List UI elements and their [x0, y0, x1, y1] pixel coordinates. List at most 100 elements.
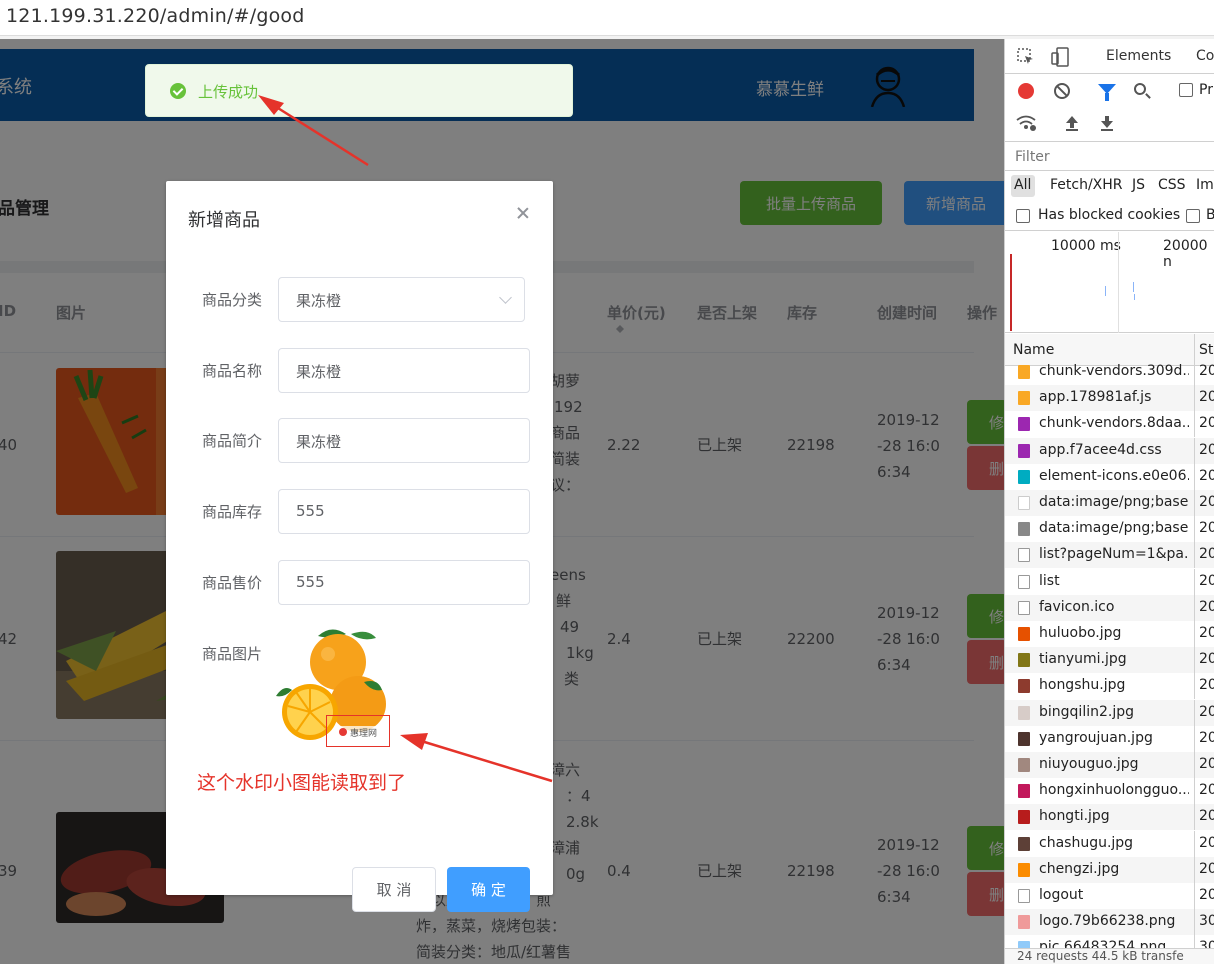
blocked-requests-checkbox[interactable]	[1186, 209, 1200, 223]
tab-console[interactable]: Co	[1196, 48, 1214, 64]
device-toggle-icon[interactable]	[1051, 47, 1069, 67]
request-row[interactable]: chunk-vendors.309d... 20	[1005, 359, 1214, 385]
request-row[interactable]: chunk-vendors.8daa... 20	[1005, 411, 1214, 438]
request-status: 20	[1199, 756, 1214, 772]
col-name[interactable]: Name	[1013, 342, 1054, 358]
file-type-icon	[1018, 469, 1030, 484]
tab-elements[interactable]: Elements	[1106, 48, 1171, 64]
file-type-icon	[1018, 627, 1030, 641]
intro-input[interactable]: 果冻橙	[278, 418, 530, 463]
add-product-dialog: 新增商品 商品分类 果冻橙 商品名称 果冻橙 商品简介 果冻橙 商品库存 555…	[166, 181, 553, 912]
col-status[interactable]: Sta	[1199, 342, 1214, 358]
request-status: 20	[1199, 598, 1214, 615]
request-row[interactable]: element-icons.e0e06... 20	[1005, 463, 1214, 490]
filter-input[interactable]: Filter	[1005, 143, 1214, 171]
annotation-text: 这个水印小图能读取到了	[197, 772, 407, 794]
name-input[interactable]: 果冻橙	[278, 348, 530, 393]
address-bar[interactable]: 121.199.31.220/admin/#/good	[0, 0, 1214, 36]
request-status: 20	[1199, 441, 1214, 458]
request-row[interactable]: huluobo.jpg 20	[1005, 621, 1214, 647]
file-type-icon	[1018, 784, 1030, 799]
upload-icon[interactable]	[1064, 114, 1080, 132]
file-type-icon	[1018, 522, 1030, 537]
request-row[interactable]: app.f7acee4d.css 20	[1005, 437, 1214, 464]
timeline-label: 10000 ms	[1051, 238, 1121, 254]
file-type-icon	[1018, 679, 1030, 694]
blocked-cookies-row: Has blocked cookies B	[1005, 201, 1214, 231]
request-row[interactable]: niuyouguo.jpg 20	[1005, 752, 1214, 778]
category-select[interactable]: 果冻橙	[278, 277, 525, 322]
request-name: element-icons.e0e06...	[1039, 467, 1189, 484]
file-type-icon	[1018, 391, 1030, 406]
type-all[interactable]: All	[1011, 175, 1035, 197]
file-type-icon	[1018, 365, 1030, 379]
stock-input[interactable]: 555	[278, 489, 530, 534]
request-row[interactable]: favicon.ico 20	[1005, 594, 1214, 621]
file-type-icon	[1018, 600, 1030, 615]
confirm-button[interactable]: 确 定	[447, 867, 530, 912]
intro-label: 商品简介	[202, 432, 263, 450]
request-name: chengzi.jpg	[1039, 860, 1120, 877]
column-divider	[1194, 673, 1195, 700]
type-fetch-xhr[interactable]: Fetch/XHR	[1050, 177, 1123, 193]
type-js[interactable]: JS	[1132, 177, 1145, 193]
chevron-down-icon	[499, 291, 512, 304]
request-name: niuyouguo.jpg	[1039, 756, 1139, 772]
blocked-requests-label: B	[1206, 207, 1214, 223]
request-status: 20	[1199, 546, 1214, 563]
request-status: 20	[1199, 415, 1214, 432]
timeline-bar	[1134, 294, 1135, 300]
request-status: 20	[1199, 494, 1214, 510]
url-text[interactable]: 121.199.31.220/admin/#/good	[6, 5, 305, 27]
search-icon[interactable]	[1134, 83, 1146, 95]
admin-app: 系统 慕慕生鲜 品管理 批量上传商品 新增商品 ID 图片 单价(元) 是否上架…	[0, 39, 1004, 964]
request-row[interactable]: hongxinhuolongguo.... 20	[1005, 778, 1214, 805]
request-name: chunk-vendors.8daa...	[1039, 415, 1189, 432]
request-row[interactable]: app.178981af.js 20	[1005, 385, 1214, 412]
network-timeline[interactable]: 10000 ms 20000 n	[1005, 232, 1214, 333]
request-row[interactable]: logo.79b66238.png 30	[1005, 909, 1214, 936]
file-type-icon	[1018, 417, 1030, 432]
request-row[interactable]: tianyumi.jpg 20	[1005, 647, 1214, 674]
file-type-icon	[1018, 653, 1030, 668]
request-name: app.f7acee4d.css	[1039, 441, 1162, 458]
request-status: 20	[1199, 860, 1214, 877]
request-status: 20	[1199, 389, 1214, 406]
filter-icon[interactable]	[1098, 84, 1116, 101]
clear-icon[interactable]	[1054, 83, 1070, 99]
column-divider	[1194, 830, 1195, 857]
preserve-log-checkbox[interactable]	[1179, 83, 1193, 97]
request-row[interactable]: hongti.jpg 20	[1005, 804, 1214, 831]
request-row[interactable]: bingqilin2.jpg 20	[1005, 699, 1214, 726]
column-divider	[1194, 463, 1195, 490]
request-status: 20	[1199, 363, 1214, 379]
request-row[interactable]: list?pageNum=1&pa... 20	[1005, 542, 1214, 569]
request-row[interactable]: data:image/png;base... 20	[1005, 516, 1214, 543]
column-divider	[1194, 699, 1195, 726]
price-label: 商品售价	[202, 574, 263, 592]
column-divider	[1194, 752, 1195, 778]
close-icon[interactable]	[516, 206, 530, 220]
request-row[interactable]: data:image/png;base... 20	[1005, 490, 1214, 516]
inspect-cursor-icon[interactable]	[1017, 48, 1035, 66]
blocked-cookies-checkbox[interactable]	[1016, 209, 1030, 223]
type-img[interactable]: Im	[1196, 177, 1214, 193]
request-row[interactable]: chashugu.jpg 20	[1005, 830, 1214, 857]
request-row[interactable]: list 20	[1005, 568, 1214, 595]
category-value: 果冻橙	[296, 292, 342, 310]
record-icon[interactable]	[1018, 83, 1034, 99]
file-type-icon	[1018, 889, 1030, 903]
request-row[interactable]: logout 20	[1005, 883, 1214, 909]
timeline-bar	[1133, 282, 1134, 292]
request-status: 20	[1199, 703, 1214, 720]
type-css[interactable]: CSS	[1158, 177, 1186, 193]
download-icon[interactable]	[1099, 114, 1115, 132]
request-row[interactable]: hongshu.jpg 20	[1005, 673, 1214, 700]
price-input[interactable]: 555	[278, 560, 530, 605]
request-row[interactable]: yangroujuan.jpg 20	[1005, 725, 1214, 752]
watermark-highlight-box	[326, 715, 390, 747]
timeline-label: 20000 n	[1163, 238, 1208, 270]
cancel-button[interactable]: 取 消	[352, 867, 436, 912]
network-conditions-icon[interactable]	[1015, 114, 1037, 132]
request-row[interactable]: chengzi.jpg 20	[1005, 856, 1214, 883]
